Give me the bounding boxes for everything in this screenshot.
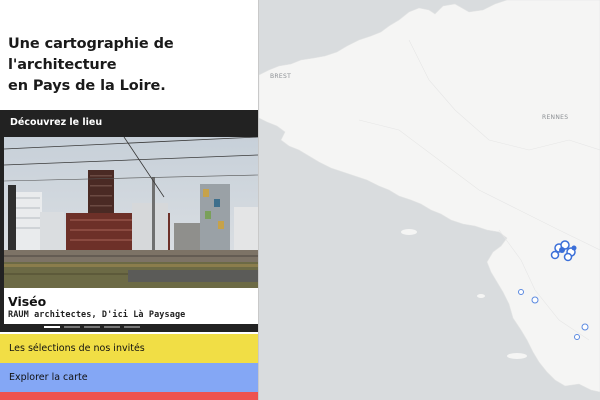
island [507,353,527,359]
map-marker[interactable] [574,334,580,340]
carousel-dot[interactable] [64,326,80,328]
place-authors: RAUM architectes, D'ici Là Paysage [8,310,186,320]
city-label-brest: BREST [270,73,292,80]
map-marker[interactable] [563,252,573,262]
map-canvas [259,0,600,393]
carousel-dot[interactable] [104,326,120,328]
carousel-indicators [44,324,140,330]
discover-title: Découvrez le lieu [10,117,103,128]
place-photo-image [4,137,258,288]
guest-selections-button[interactable]: Les sélections de nos invités [0,334,258,364]
map-view[interactable]: BREST RENNES [259,0,600,400]
map-marker[interactable] [559,247,565,253]
land-area [259,0,600,393]
headline-line-2: en Pays de la Loire. [8,78,166,94]
map-marker[interactable] [581,323,589,331]
island [401,229,417,235]
page-headline: Une cartographie de l'architecture en Pa… [8,34,252,97]
place-info[interactable]: Viséo RAUM architectes, D'ici Là Paysage [4,288,258,324]
island [477,294,485,298]
map-marker[interactable] [531,296,539,304]
red-menu-button[interactable] [0,392,258,400]
headline-line-1: Une cartographie de l'architecture [8,36,174,73]
carousel-dot[interactable] [124,326,140,328]
sidebar: Une cartographie de l'architecture en Pa… [0,0,258,400]
map-marker[interactable] [518,289,524,295]
map-marker[interactable] [571,245,577,251]
map-marker[interactable] [550,250,560,260]
explore-map-button[interactable]: Explorer la carte [0,363,258,393]
city-label-rennes: RENNES [542,114,569,121]
discover-card[interactable]: Découvrez le lieu Viséo RAUM architectes… [0,110,258,332]
place-photo[interactable] [4,137,258,288]
carousel-dot[interactable] [84,326,100,328]
carousel-dot[interactable] [44,326,60,328]
place-name[interactable]: Viséo [8,294,46,309]
